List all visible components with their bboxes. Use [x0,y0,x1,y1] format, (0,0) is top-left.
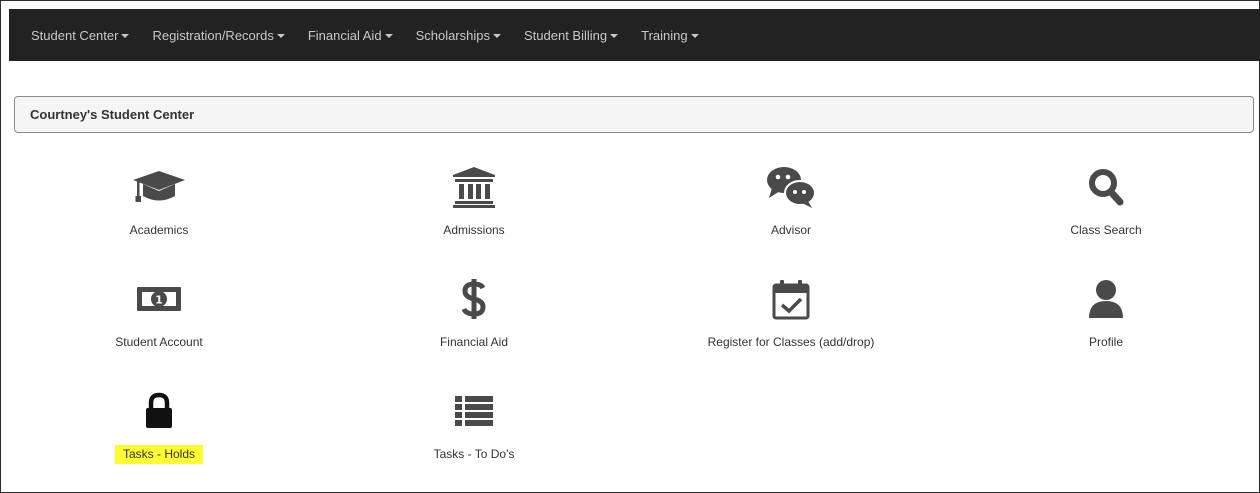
nav-training-label: Training [641,27,688,43]
tile-student-account[interactable]: 1 Student Account [9,277,309,349]
caret-down-icon [121,33,130,38]
nav-financial-aid[interactable]: Financial Aid [308,28,393,43]
nav-student-billing[interactable]: Student Billing [524,27,619,43]
tile-academics[interactable]: Academics [9,165,309,237]
tile-financial-aid[interactable]: Financial Aid [324,277,624,349]
tile-advisor[interactable]: Advisor [641,165,941,237]
lock-icon [129,389,189,433]
dollar-icon [444,277,504,321]
tile-class-search-label: Class Search [1070,223,1142,237]
calendar-check-icon [761,277,821,321]
institution-icon [444,165,504,209]
nav-student-billing-label: Student Billing [524,27,608,43]
nav-registration-records[interactable]: Registration/Records [152,27,285,43]
tile-tasks-todos[interactable]: Tasks - To Do's [324,389,624,461]
user-icon [1076,277,1136,321]
tile-class-search[interactable]: Class Search [956,165,1256,237]
tile-profile-label: Profile [1088,335,1123,349]
graduation-cap-icon [129,165,189,209]
tile-tasks-holds[interactable]: Tasks - Holds [9,389,309,464]
caret-down-icon [690,33,699,38]
tile-admissions[interactable]: Admissions [324,165,624,237]
list-icon [444,389,504,433]
money-icon: 1 [129,277,189,321]
tile-tasks-todos-label: Tasks - To Do's [433,447,515,461]
nav-student-center[interactable]: Student Center [31,27,130,43]
tile-register-classes[interactable]: Register for Classes (add/drop) [641,277,941,349]
caret-down-icon [276,33,285,38]
nav-scholarships-label: Scholarships [415,27,490,43]
panel-title: Courtney's Student Center [30,107,195,122]
panel-heading: Courtney's Student Center [14,96,1254,133]
nav-scholarships[interactable]: Scholarships [416,28,501,43]
caret-down-icon [384,33,393,38]
page-frame: Student Center Registration/Records Fina… [0,0,1260,493]
svg-text:1: 1 [155,294,163,307]
top-navbar: Student Center Registration/Records Fina… [9,9,1260,61]
tile-tasks-holds-label: Tasks - Holds [114,445,204,464]
caret-down-icon [610,33,619,38]
search-icon [1076,165,1136,209]
tile-student-account-label: Student Account [115,335,203,349]
nav-financial-aid-label: Financial Aid [307,27,382,43]
caret-down-icon [493,33,501,38]
tile-academics-label: Academics [129,223,189,237]
tile-advisor-label: Advisor [770,223,811,237]
nav-student-center-label: Student Center [31,27,119,43]
nav-training[interactable]: Training [641,27,699,43]
tile-profile[interactable]: Profile [956,277,1256,349]
tile-financial-aid-label: Financial Aid [439,335,509,349]
chat-bubbles-icon [761,165,821,209]
nav-registration-records-label: Registration/Records [152,27,274,43]
tile-admissions-label: Admissions [443,223,505,237]
tile-register-classes-label: Register for Classes (add/drop) [707,335,875,349]
